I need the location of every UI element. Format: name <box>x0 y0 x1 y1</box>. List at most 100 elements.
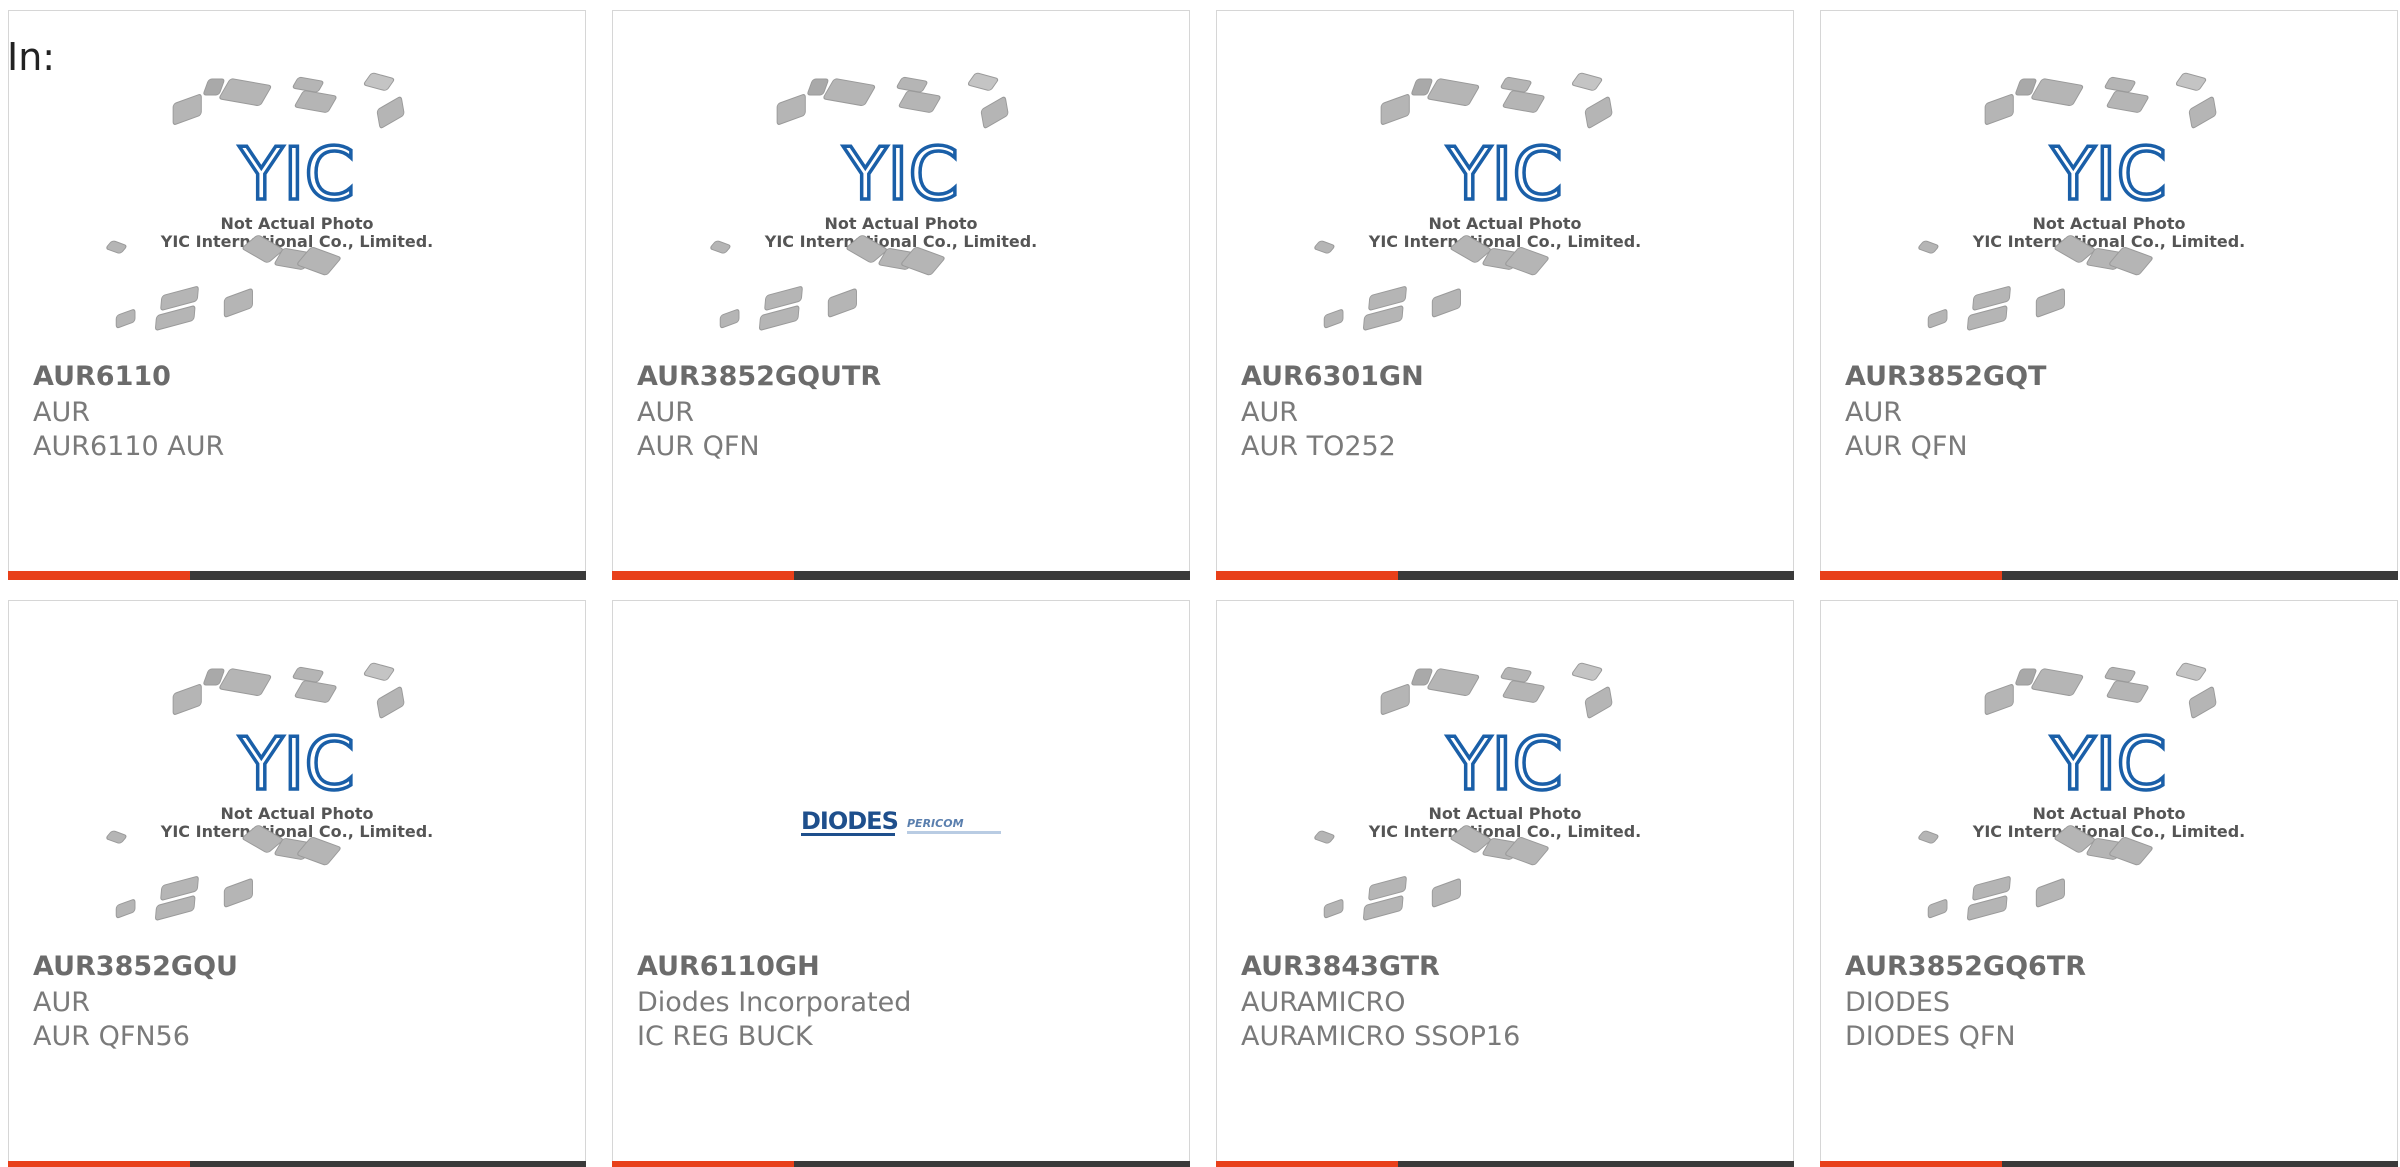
description: AUR TO252 <box>1241 431 1396 462</box>
placeholder-image: YICNot Actual PhotoYIC International Co.… <box>106 662 433 921</box>
card-footer-accent <box>1820 1161 2002 1167</box>
not-actual-photo-text: Not Actual Photo <box>1428 804 1581 823</box>
chip-icon <box>967 72 999 91</box>
product-card[interactable]: YIC Not Actual Photo YIC International Co.… <box>8 10 586 580</box>
chip-icon <box>363 662 395 681</box>
product-image[interactable]: YIC Not Actual Photo YIC International Co.… <box>1217 51 1793 353</box>
company-text: YIC International Co., Limited. <box>1368 822 1641 841</box>
part-number[interactable]: AUR6110 <box>33 361 171 392</box>
manufacturer: AUR <box>33 397 90 428</box>
chip-icon <box>1984 684 2014 715</box>
placeholder-image: YICNot Actual PhotoYIC International Co.… <box>106 72 433 331</box>
card-footer-accent <box>1820 571 2002 580</box>
chip-icon <box>363 72 395 91</box>
chip-icon <box>115 899 136 919</box>
product-card[interactable]: YIC Not Actual Photo YIC International Co.… <box>612 10 1190 580</box>
placeholder-image: YICNot Actual PhotoYIC International Co.… <box>710 72 1037 331</box>
part-number[interactable]: AUR3852GQU <box>33 951 238 982</box>
product-card[interactable]: DIODES PERICOM AUR6110GH Diodes Incorpora… <box>612 600 1190 1167</box>
chip-icon <box>2106 90 2149 113</box>
part-number[interactable]: AUR6110GH <box>637 951 820 982</box>
chip-icon <box>2031 78 2084 106</box>
product-image[interactable]: YIC Not Actual Photo YIC International Co.… <box>613 51 1189 353</box>
chip-icon <box>1411 668 1433 686</box>
chip-icon <box>2175 662 2207 681</box>
part-number[interactable]: AUR6301GN <box>1241 361 1424 392</box>
chip-icon <box>2106 680 2149 703</box>
product-image[interactable]: YIC Not Actual Photo YIC International Co.… <box>1821 51 2397 353</box>
chip-icon <box>980 96 1009 129</box>
product-image[interactable]: YIC Not Actual Photo YIC International Co.… <box>1821 641 2397 943</box>
chip-icon <box>1314 830 1335 844</box>
pericom-logo: PERICOM <box>907 817 964 830</box>
yic-logo: YIC <box>238 132 355 216</box>
placeholder-image: YICNot Actual PhotoYIC International Co.… <box>1314 72 1641 331</box>
chip-icon <box>1314 240 1335 254</box>
chip-icon <box>2188 686 2217 719</box>
product-card[interactable]: YIC Not Actual Photo YIC International Co.… <box>8 600 586 1167</box>
company-text: YIC International Co., Limited. <box>1972 232 2245 251</box>
part-number[interactable]: AUR3852GQT <box>1845 361 2046 392</box>
chip-icon <box>292 666 324 683</box>
description: DIODES QFN <box>1845 1021 2016 1052</box>
product-card[interactable]: YIC Not Actual Photo YIC International Co.… <box>1820 10 2398 580</box>
description: AURAMICRO SSOP16 <box>1241 1021 1521 1052</box>
company-text: YIC International Co., Limited. <box>160 822 433 841</box>
chip-icon <box>1431 288 1461 318</box>
card-footer-accent <box>612 1161 794 1167</box>
manufacturer: AUR <box>637 397 694 428</box>
card-footer-bar <box>1820 1161 2398 1167</box>
chip-icon <box>2015 78 2037 96</box>
product-grid-page: In: YIC Not Actual Photo YIC International… <box>0 0 2400 1167</box>
product-image[interactable]: YIC Not Actual Photo YIC International Co.… <box>9 641 585 943</box>
part-number[interactable]: AUR3852GQ6TR <box>1845 951 2086 982</box>
chip-icon <box>294 680 337 703</box>
chip-icon <box>297 837 341 866</box>
manufacturer: AUR <box>33 987 90 1018</box>
chip-icon <box>1918 240 1939 254</box>
manufacturer: AUR <box>1845 397 1902 428</box>
chip-icon <box>827 288 857 318</box>
chip-icon <box>1323 899 1344 919</box>
part-number[interactable]: AUR3852GQUTR <box>637 361 881 392</box>
chip-icon <box>2188 96 2217 129</box>
chip-icon <box>1918 830 1939 844</box>
chip-icon <box>2031 668 2084 696</box>
placeholder-image: YICNot Actual PhotoYIC International Co.… <box>1918 72 2245 331</box>
product-image[interactable]: YIC Not Actual Photo YIC International Co.… <box>9 51 585 353</box>
chip-icon <box>1411 78 1433 96</box>
chip-icon <box>1500 666 1532 683</box>
product-card[interactable]: YIC Not Actual Photo YIC International Co.… <box>1820 600 2398 1167</box>
description: AUR QFN56 <box>33 1021 190 1052</box>
product-image[interactable]: YIC Not Actual Photo YIC International Co.… <box>1217 641 1793 943</box>
yic-logo: YIC <box>2050 132 2167 216</box>
product-card[interactable]: YIC Not Actual Photo YIC International Co.… <box>1216 10 1794 580</box>
product-image[interactable]: DIODES PERICOM <box>613 641 1189 943</box>
product-card[interactable]: YIC Not Actual Photo YIC International Co.… <box>1216 600 1794 1167</box>
yic-logo: YIC <box>2050 722 2167 806</box>
chip-icon <box>223 288 253 318</box>
chip-icon <box>2175 72 2207 91</box>
part-number[interactable]: AUR3843GTR <box>1241 951 1440 982</box>
chip-icon <box>223 878 253 908</box>
chip-icon <box>172 94 202 125</box>
company-text: YIC International Co., Limited. <box>160 232 433 251</box>
chip-icon <box>2035 878 2065 908</box>
card-footer-bar <box>612 571 1190 580</box>
chip-icon <box>106 830 127 844</box>
chip-icon <box>1571 72 1603 91</box>
chip-icon <box>1502 90 1545 113</box>
yic-logo: YIC <box>842 132 959 216</box>
chip-icon <box>2109 837 2153 866</box>
chip-icon <box>896 76 928 93</box>
card-footer-accent <box>8 571 190 580</box>
manufacturer: Diodes Incorporated <box>637 987 912 1018</box>
chip-icon <box>823 78 876 106</box>
description: AUR QFN <box>1845 431 1968 462</box>
chip-icon <box>219 78 272 106</box>
yic-logo: YIC <box>238 722 355 806</box>
chip-icon <box>376 686 405 719</box>
not-actual-photo-text: Not Actual Photo <box>824 214 977 233</box>
chip-icon <box>203 668 225 686</box>
not-actual-photo-text: Not Actual Photo <box>2032 214 2185 233</box>
